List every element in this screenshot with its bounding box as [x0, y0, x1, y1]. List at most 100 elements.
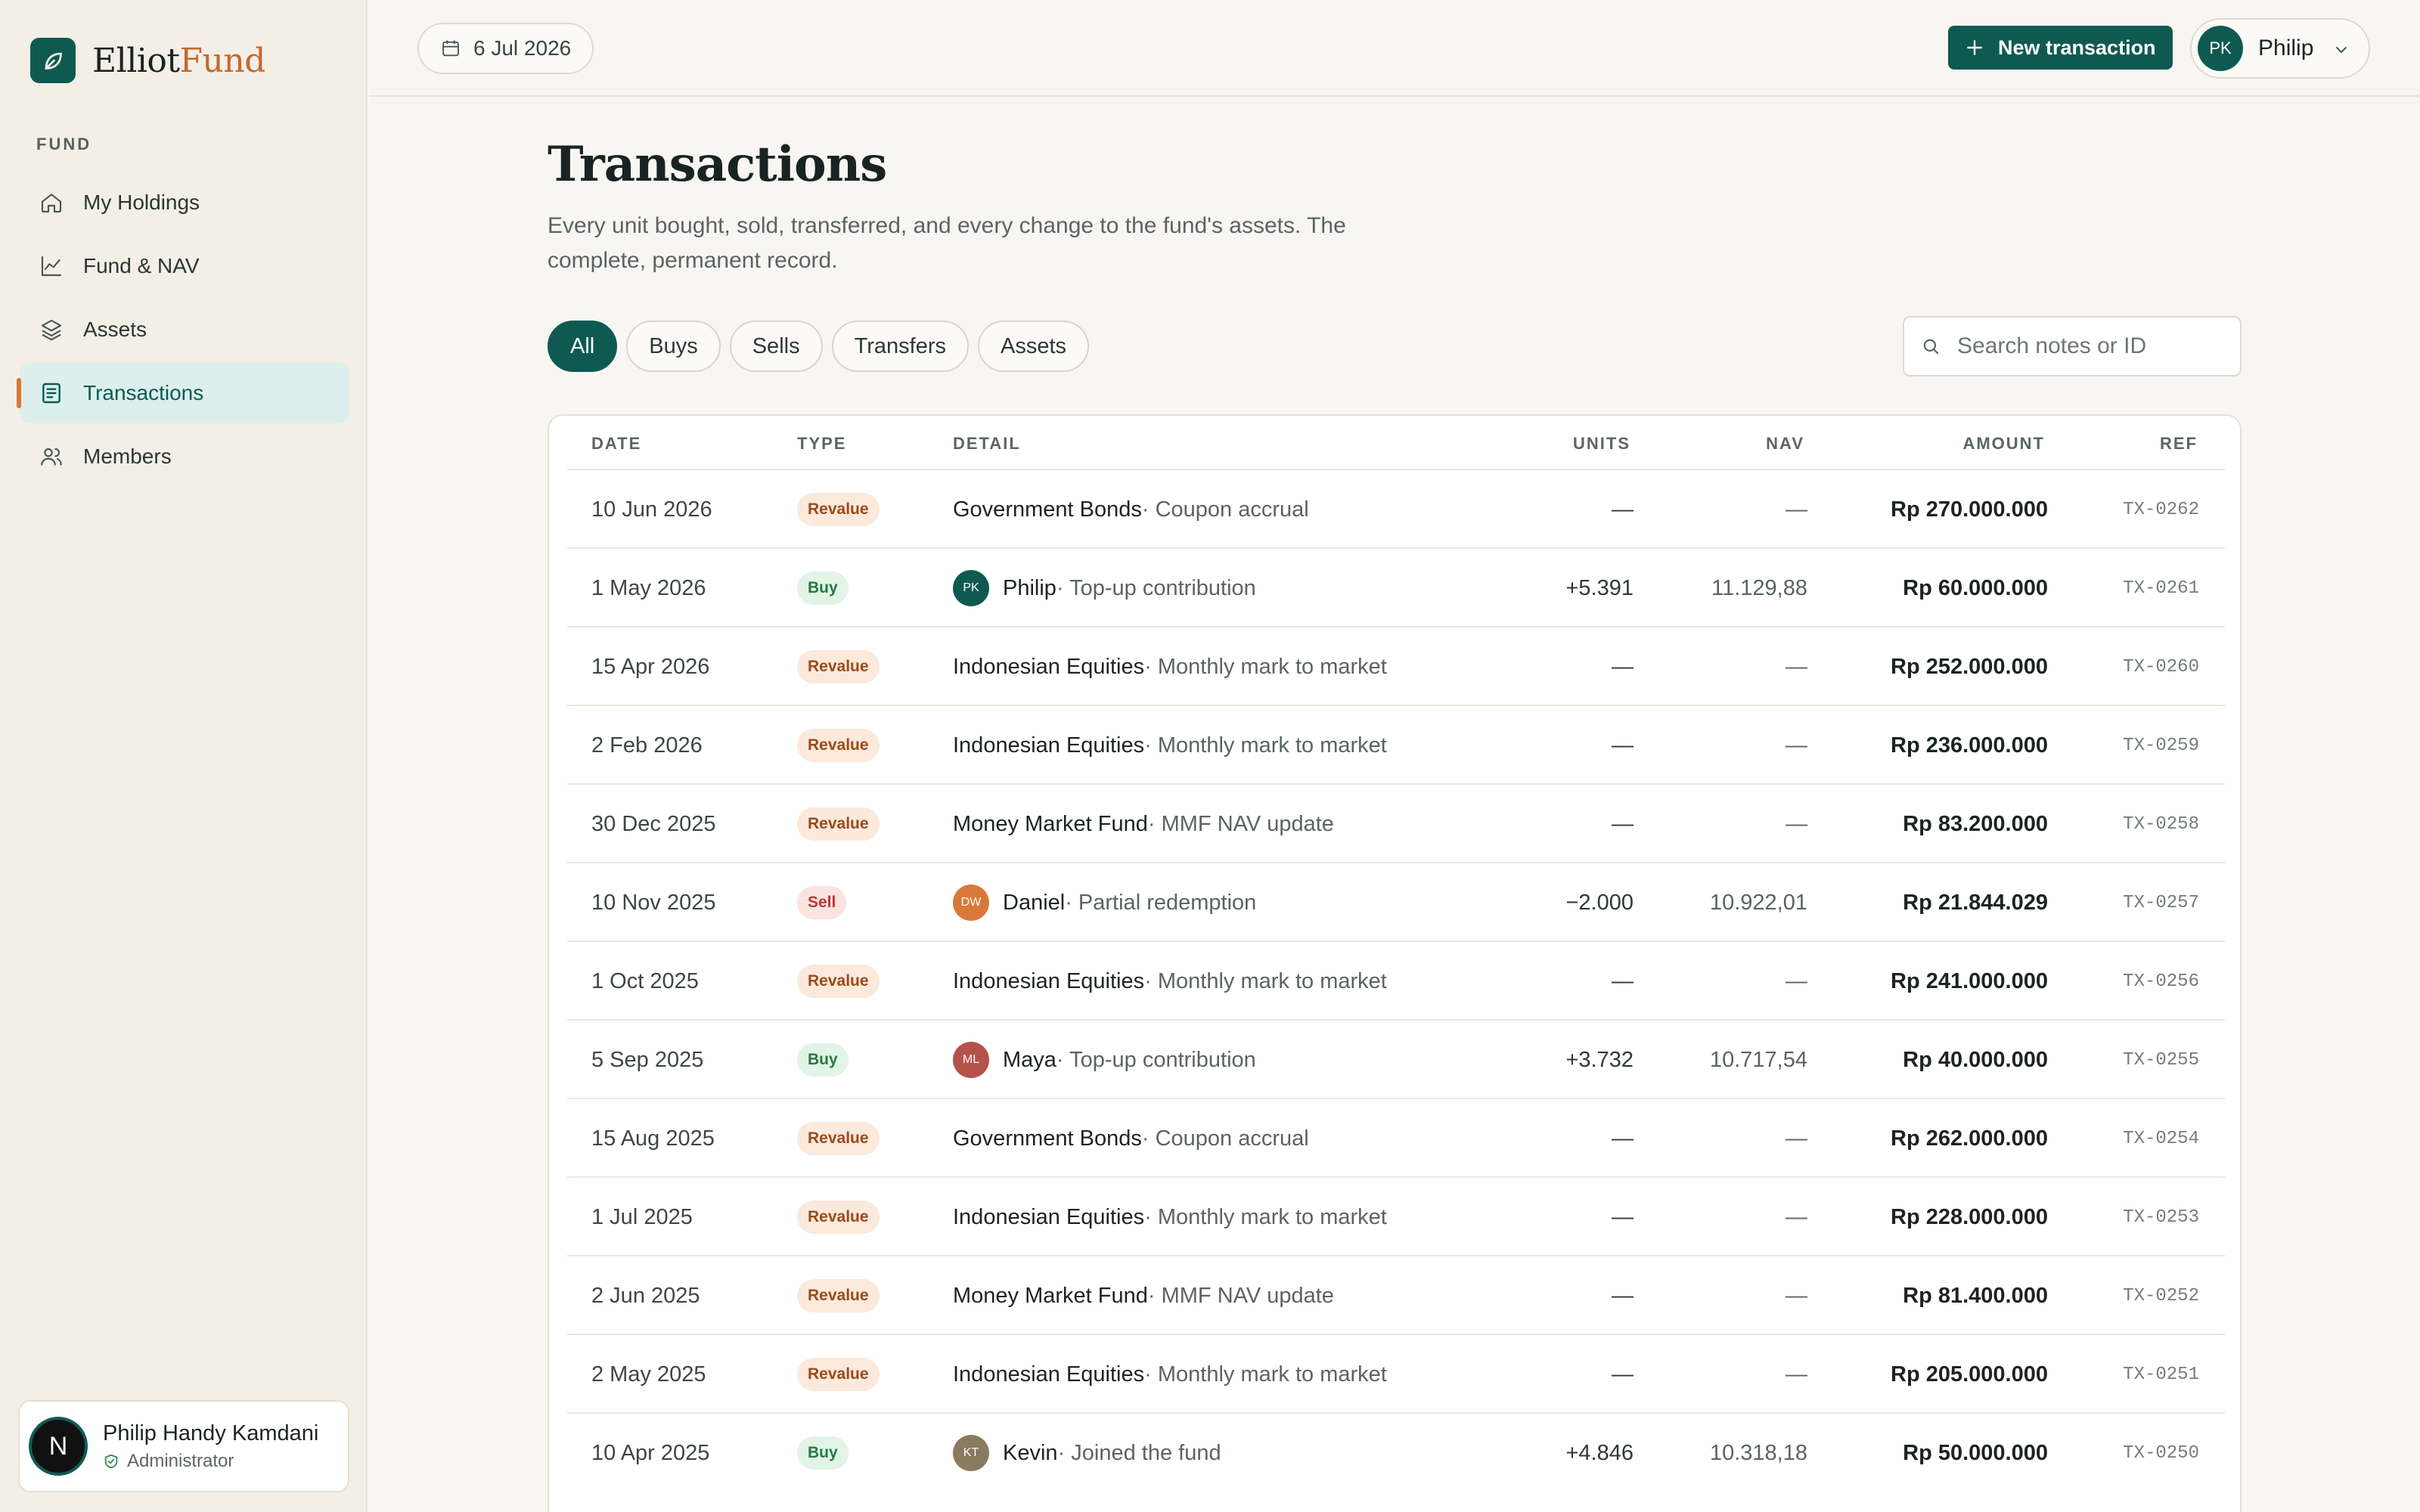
row-date: 30 Dec 2025 [591, 811, 716, 836]
table-row[interactable]: 1 May 2026 Buy PK Philip · Top-up contri… [567, 547, 2225, 626]
row-ref[interactable]: TX-0253 [2123, 1178, 2199, 1256]
row-detail: DW Daniel · Partial redemption [953, 863, 1256, 942]
row-detail-main: Money Market Fund [953, 1283, 1148, 1308]
home-icon [38, 189, 65, 216]
row-detail-note: · Coupon accrual [1141, 1126, 1309, 1151]
filter-all[interactable]: All [548, 321, 618, 372]
row-detail: Government Bonds · Coupon accrual [953, 470, 1309, 549]
row-detail: Indonesian Equities · Monthly mark to ma… [953, 706, 1387, 785]
row-nav: — [1786, 1362, 1807, 1387]
row-type: Revalue [797, 942, 880, 1021]
table-row[interactable]: 1 Jul 2025 Revalue Indonesian Equities ·… [567, 1176, 2225, 1255]
row-ref[interactable]: TX-0251 [2123, 1335, 2199, 1414]
row-date: 2 May 2025 [591, 1362, 706, 1387]
column-header-units[interactable]: UNITS [1573, 434, 1630, 454]
filter-sells[interactable]: Sells [729, 321, 823, 372]
row-date: 15 Aug 2025 [591, 1126, 715, 1151]
row-detail-note: · Monthly mark to market [1144, 1204, 1387, 1229]
row-ref[interactable]: TX-0252 [2123, 1256, 2199, 1335]
column-header-date[interactable]: DATE [591, 434, 641, 454]
row-detail-note: · Monthly mark to market [1144, 733, 1387, 758]
brand[interactable]: ElliotFund [30, 38, 265, 83]
row-detail-main: Kevin [1003, 1440, 1058, 1465]
row-units: — [1612, 811, 1634, 836]
sidebar-item-fund-nav[interactable]: Fund & NAV [20, 236, 349, 296]
row-detail-note: · Top-up contribution [1056, 575, 1256, 600]
row-units: — [1612, 1126, 1634, 1151]
row-amount: Rp 241.000.000 [1891, 968, 2048, 993]
avatar: KT [953, 1435, 989, 1471]
table-row[interactable]: 2 Feb 2026 Revalue Indonesian Equities ·… [567, 705, 2225, 783]
row-type: Revalue [797, 706, 880, 785]
filter-assets[interactable]: Assets [977, 321, 1090, 372]
row-units: — [1612, 1362, 1634, 1387]
row-type: Revalue [797, 1099, 880, 1178]
row-type: Revalue [797, 785, 880, 863]
column-header-nav[interactable]: NAV [1766, 434, 1804, 454]
row-amount: Rp 205.000.000 [1891, 1362, 2048, 1387]
filter-chips: All Buys Sells Transfers Assets [548, 321, 1098, 372]
row-detail: Indonesian Equities · Monthly mark to ma… [953, 942, 1387, 1021]
table-row[interactable]: 5 Sep 2025 Buy ML Maya · Top-up contribu… [567, 1019, 2225, 1098]
date-picker[interactable]: 6 Jul 2026 [417, 23, 594, 74]
row-amount: Rp 83.200.000 [1903, 811, 2048, 836]
search-input[interactable] [1957, 333, 2229, 359]
row-ref[interactable]: TX-0258 [2123, 785, 2199, 863]
current-user-card[interactable]: N Philip Handy Kamdani Administrator [18, 1400, 349, 1492]
search-box [1903, 316, 2242, 376]
table-row[interactable]: 10 Nov 2025 Sell DW Daniel · Partial red… [567, 862, 2225, 940]
filter-buys[interactable]: Buys [626, 321, 721, 372]
row-date: 15 Apr 2026 [591, 654, 710, 679]
column-header-amount[interactable]: AMOUNT [1962, 434, 2045, 454]
row-ref[interactable]: TX-0261 [2123, 549, 2199, 627]
row-detail: Money Market Fund · MMF NAV update [953, 785, 1334, 863]
column-header-detail[interactable]: DETAIL [953, 434, 1021, 454]
type-badge: Revalue [797, 1279, 880, 1312]
row-units: — [1612, 968, 1634, 993]
sidebar-item-members[interactable]: Members [20, 426, 349, 487]
row-ref[interactable]: TX-0250 [2123, 1414, 2199, 1492]
type-badge: Revalue [797, 1201, 880, 1234]
filter-transfers[interactable]: Transfers [831, 321, 969, 372]
row-detail-main: Daniel [1003, 890, 1066, 915]
column-header-type[interactable]: TYPE [797, 434, 846, 454]
row-type: Revalue [797, 1335, 880, 1414]
sidebar-item-assets[interactable]: Assets [20, 299, 349, 360]
row-detail-main: Indonesian Equities [953, 1204, 1145, 1229]
row-detail: PK Philip · Top-up contribution [953, 549, 1256, 627]
user-role: Administrator [103, 1451, 318, 1472]
avatar: PK [2198, 26, 2243, 71]
row-ref[interactable]: TX-0259 [2123, 706, 2199, 785]
row-ref[interactable]: TX-0254 [2123, 1099, 2199, 1178]
row-detail-main: Indonesian Equities [953, 654, 1145, 679]
row-ref[interactable]: TX-0260 [2123, 627, 2199, 706]
sidebar-item-label: Assets [83, 318, 147, 341]
sidebar-item-transactions[interactable]: Transactions [17, 363, 349, 423]
row-units: — [1612, 654, 1634, 679]
row-amount: Rp 252.000.000 [1891, 654, 2048, 679]
avatar: ML [953, 1042, 989, 1078]
profile-menu[interactable]: PK Philip [2190, 18, 2370, 79]
table-row[interactable]: 15 Apr 2026 Revalue Indonesian Equities … [567, 626, 2225, 705]
table-row[interactable]: 30 Dec 2025 Revalue Money Market Fund · … [567, 783, 2225, 862]
row-detail: Indonesian Equities · Monthly mark to ma… [953, 627, 1387, 706]
table-row[interactable]: 2 Jun 2025 Revalue Money Market Fund · M… [567, 1255, 2225, 1334]
table-row[interactable]: 2 May 2025 Revalue Indonesian Equities ·… [567, 1334, 2225, 1412]
row-ref[interactable]: TX-0256 [2123, 942, 2199, 1021]
profile-name: Philip [2258, 36, 2314, 60]
transactions-table: DATE TYPE DETAIL UNITS NAV AMOUNT REF 10… [548, 414, 2242, 1512]
row-date: 10 Nov 2025 [591, 890, 716, 915]
row-ref[interactable]: TX-0257 [2123, 863, 2199, 942]
table-row[interactable]: 1 Oct 2025 Revalue Indonesian Equities ·… [567, 940, 2225, 1019]
table-row[interactable]: 15 Aug 2025 Revalue Government Bonds · C… [567, 1098, 2225, 1176]
row-date: 10 Apr 2025 [591, 1440, 710, 1465]
row-detail-note: · Coupon accrual [1141, 497, 1309, 522]
new-transaction-button[interactable]: New transaction [1948, 26, 2173, 70]
row-ref[interactable]: TX-0262 [2123, 470, 2199, 549]
column-header-ref[interactable]: REF [2160, 434, 2198, 454]
leaf-icon [30, 38, 76, 83]
table-row[interactable]: 10 Jun 2026 Revalue Government Bonds · C… [567, 469, 2225, 547]
row-ref[interactable]: TX-0255 [2123, 1021, 2199, 1099]
sidebar-item-my-holdings[interactable]: My Holdings [20, 172, 349, 233]
table-row[interactable]: 10 Apr 2025 Buy KT Kevin · Joined the fu… [567, 1412, 2225, 1491]
